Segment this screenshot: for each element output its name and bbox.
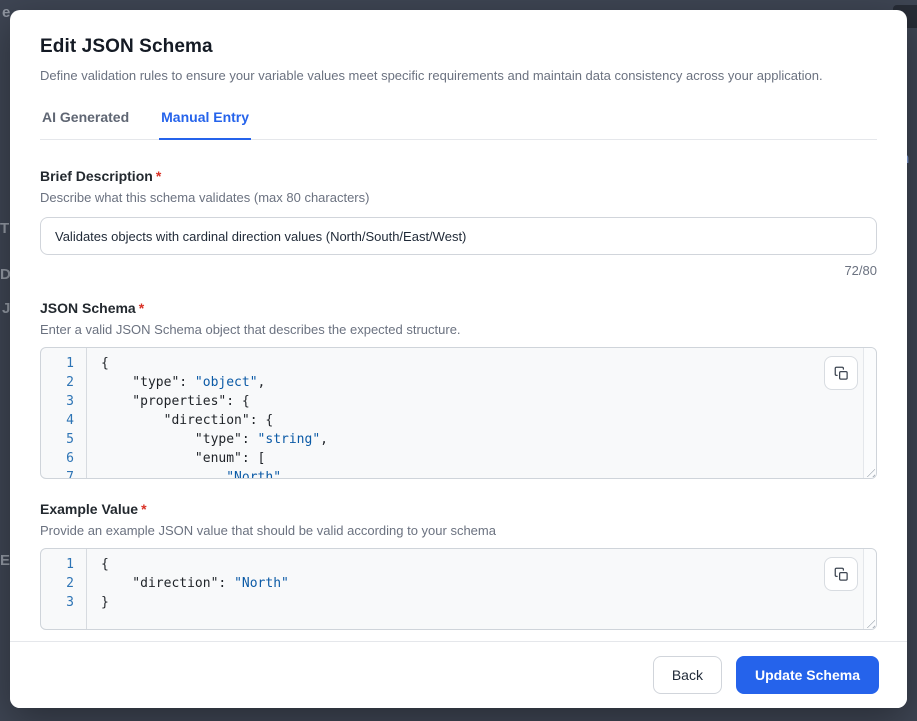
brief-description-label: Brief Description* xyxy=(40,168,877,184)
code-line: "type": "string", xyxy=(101,430,876,449)
char-counter: 72/80 xyxy=(40,263,877,278)
required-asterisk: * xyxy=(156,168,161,184)
line-number-gutter: 123 xyxy=(41,549,87,629)
copy-button[interactable] xyxy=(824,557,858,591)
code-line: } xyxy=(101,593,876,612)
line-number: 1 xyxy=(41,354,86,373)
code-line: "enum": [ xyxy=(101,449,876,468)
code-area[interactable]: { "direction": "North"} xyxy=(88,549,876,612)
example-value-helper: Provide an example JSON value that shoul… xyxy=(40,523,877,538)
code-line: "direction": { xyxy=(101,411,876,430)
example-value-label: Example Value* xyxy=(40,501,877,517)
line-number: 3 xyxy=(41,593,86,612)
modal-subtitle: Define validation rules to ensure your v… xyxy=(40,68,877,83)
code-line: "direction": "North" xyxy=(101,574,876,593)
line-number: 2 xyxy=(41,373,86,392)
modal-content: Brief Description* Describe what this sc… xyxy=(10,140,907,641)
modal-header: Edit JSON Schema Define validation rules… xyxy=(10,10,907,140)
example-value-editor[interactable]: 123 { "direction": "North"} xyxy=(40,548,877,630)
required-asterisk: * xyxy=(141,501,146,517)
line-number: 5 xyxy=(41,430,86,449)
line-number: 7 xyxy=(41,468,86,479)
line-number: 1 xyxy=(41,555,86,574)
tab-bar: AI Generated Manual Entry xyxy=(40,109,877,140)
copy-button[interactable] xyxy=(824,356,858,390)
code-line: "North", xyxy=(101,468,876,479)
copy-icon xyxy=(834,567,849,582)
copy-icon xyxy=(834,366,849,381)
background-text-fragment: T xyxy=(0,220,9,237)
json-schema-editor[interactable]: 1234567 { "type": "object", "properties"… xyxy=(40,347,877,479)
tab-ai-generated[interactable]: AI Generated xyxy=(40,109,131,140)
brief-description-input[interactable] xyxy=(40,217,877,255)
code-line: "properties": { xyxy=(101,392,876,411)
update-schema-button[interactable]: Update Schema xyxy=(736,656,879,694)
line-number: 6 xyxy=(41,449,86,468)
back-button[interactable]: Back xyxy=(653,656,722,694)
line-number: 4 xyxy=(41,411,86,430)
code-line: { xyxy=(101,555,876,574)
background-text-fragment: E xyxy=(0,552,10,569)
line-number: 2 xyxy=(41,574,86,593)
code-line: { xyxy=(101,354,876,373)
line-number-gutter: 1234567 xyxy=(41,348,87,478)
modal-title: Edit JSON Schema xyxy=(40,36,877,58)
edit-json-schema-modal: Edit JSON Schema Define validation rules… xyxy=(10,10,907,708)
json-schema-helper: Enter a valid JSON Schema object that de… xyxy=(40,322,877,337)
code-line: "type": "object", xyxy=(101,373,876,392)
brief-description-helper: Describe what this schema validates (max… xyxy=(40,190,877,205)
line-number: 3 xyxy=(41,392,86,411)
required-asterisk: * xyxy=(139,300,144,316)
modal-footer: Back Update Schema xyxy=(10,641,907,708)
tab-manual-entry[interactable]: Manual Entry xyxy=(159,109,251,140)
scrollbar-track[interactable] xyxy=(863,348,876,478)
code-area[interactable]: { "type": "object", "properties": { "dir… xyxy=(88,348,876,479)
json-schema-label: JSON Schema* xyxy=(40,300,877,316)
